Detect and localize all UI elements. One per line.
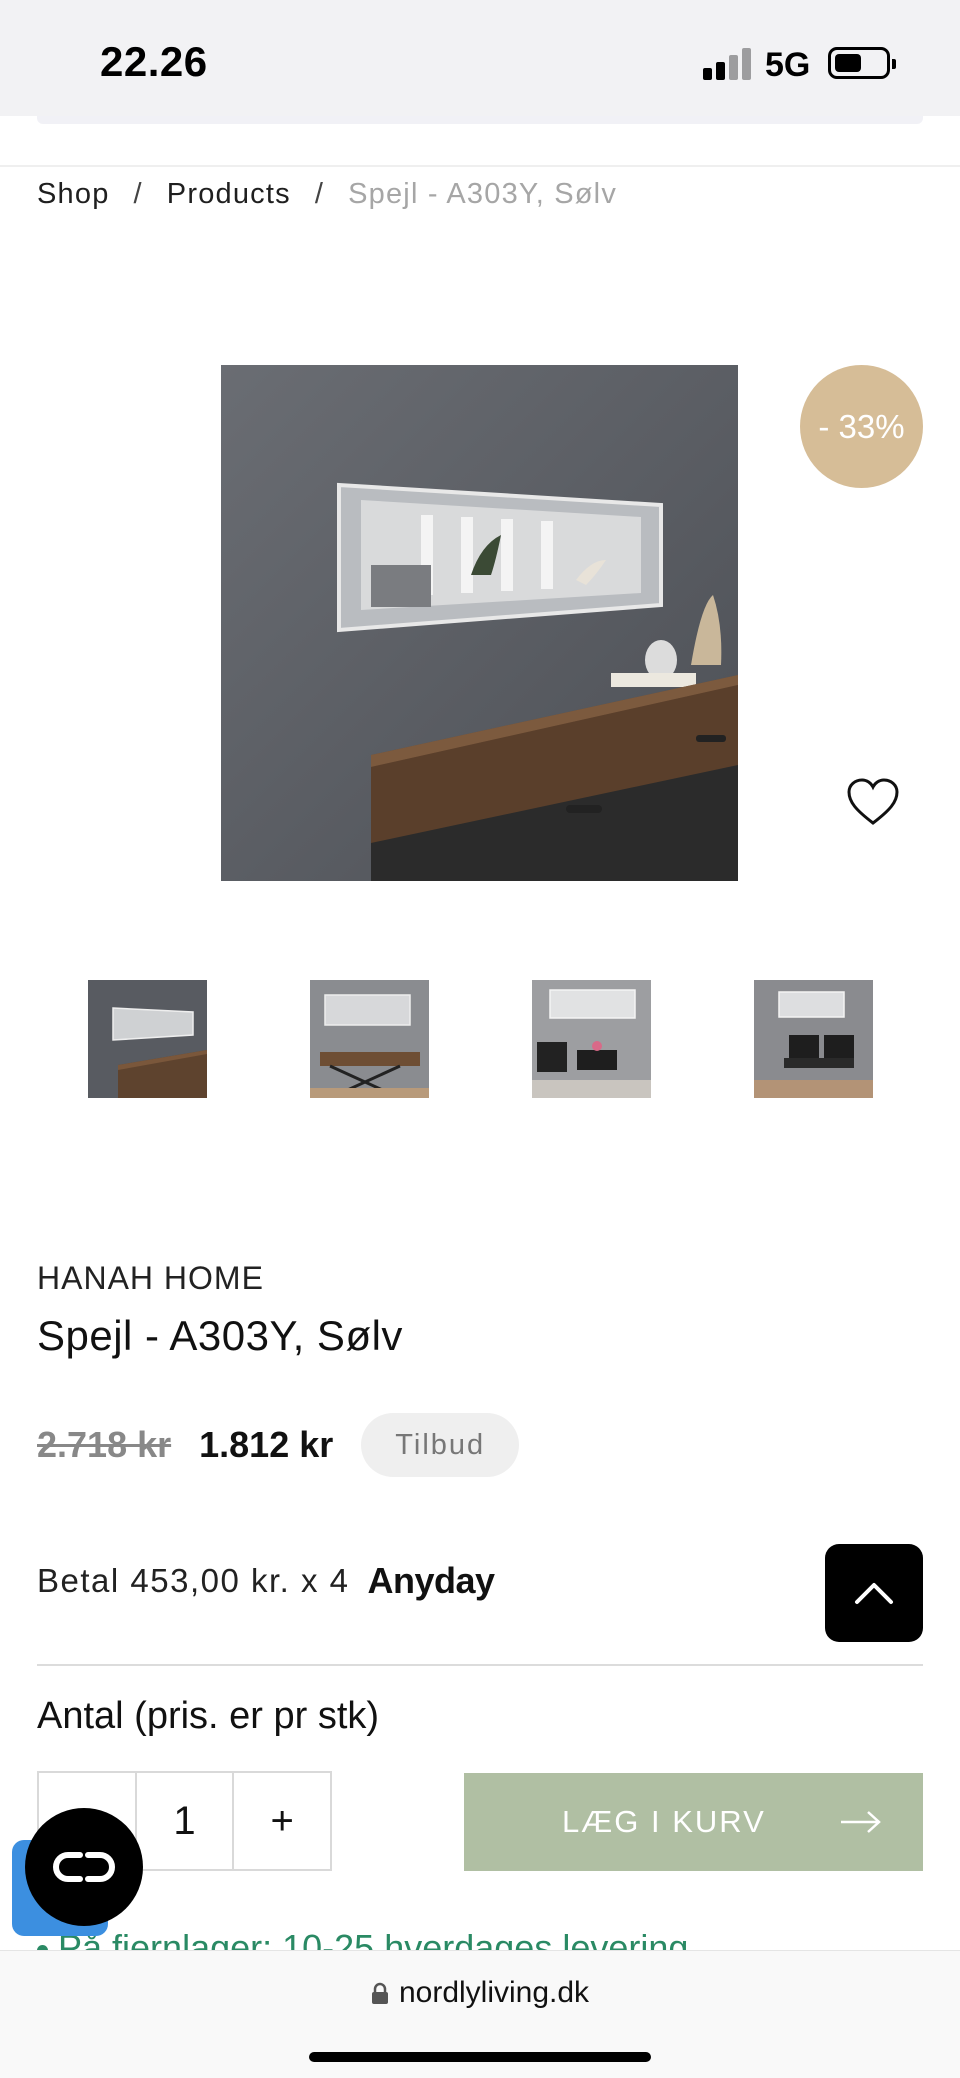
address-bar[interactable]: nordlyliving.dk bbox=[0, 1976, 960, 2010]
thumbnail-3[interactable] bbox=[532, 980, 651, 1098]
heart-icon bbox=[847, 778, 899, 825]
quantity-value[interactable]: 1 bbox=[134, 1773, 233, 1869]
chat-icon bbox=[53, 1852, 115, 1882]
divider bbox=[0, 165, 960, 167]
breadcrumb-current: Spejl - A303Y, Sølv bbox=[348, 177, 618, 210]
price-row: 2.718 kr 1.812 kr Tilbud bbox=[37, 1412, 520, 1478]
quantity-label: Antal (pris. er pr stk) bbox=[37, 1695, 380, 1737]
breadcrumb-shop[interactable]: Shop bbox=[37, 178, 110, 211]
chat-button[interactable] bbox=[25, 1808, 143, 1926]
breadcrumb-products[interactable]: Products bbox=[167, 178, 291, 211]
breadcrumb: Shop / Products / Spejl - A303Y, Sølv bbox=[37, 174, 617, 214]
thumbnail-4[interactable] bbox=[754, 980, 873, 1098]
add-to-cart-label: LÆG I KURV bbox=[562, 1804, 766, 1839]
battery-icon bbox=[828, 47, 896, 79]
old-price: 2.718 kr bbox=[37, 1424, 172, 1465]
sale-badge: Tilbud bbox=[361, 1413, 520, 1477]
url-text: nordlyliving.dk bbox=[398, 1976, 590, 2009]
lock-icon bbox=[371, 1982, 388, 2004]
home-indicator bbox=[309, 2052, 651, 2062]
browser-bottom-bar: nordlyliving.dk bbox=[0, 1950, 960, 2078]
installment-info: Betal 453,00 kr. x 4 Anyday bbox=[37, 1560, 495, 1602]
breadcrumb-separator: / bbox=[133, 177, 143, 210]
shipping-info: På fjernlager: 10-25 hverdages levering bbox=[37, 1920, 937, 1952]
installment-text: Betal 453,00 kr. x 4 bbox=[37, 1562, 350, 1599]
divider bbox=[37, 1664, 923, 1666]
arrow-right-icon bbox=[841, 1811, 881, 1833]
product-title: Spejl - A303Y, Sølv bbox=[37, 1312, 403, 1359]
wishlist-button[interactable] bbox=[837, 766, 909, 838]
status-bar: 22.26 5G bbox=[0, 0, 960, 116]
network-label: 5G bbox=[765, 46, 811, 84]
signal-icon bbox=[703, 48, 751, 80]
increase-quantity-button[interactable]: + bbox=[232, 1773, 330, 1869]
breadcrumb-separator: / bbox=[314, 177, 325, 210]
anyday-logo: Anyday bbox=[367, 1560, 496, 1601]
discount-badge: - 33% bbox=[800, 365, 923, 488]
thumbnail-2[interactable] bbox=[310, 980, 429, 1098]
product-brand[interactable]: HANAH HOME bbox=[37, 1260, 264, 1297]
add-to-cart-button[interactable]: LÆG I KURV bbox=[464, 1773, 923, 1871]
shipping-text: På fjernlager: 10-25 hverdages levering bbox=[58, 1927, 689, 1952]
product-main-image[interactable] bbox=[221, 365, 738, 881]
chevron-up-icon bbox=[855, 1583, 893, 1604]
thumbnail-1[interactable] bbox=[88, 980, 207, 1098]
status-time: 22.26 bbox=[100, 38, 208, 85]
scroll-to-top-button[interactable] bbox=[825, 1544, 923, 1642]
header-strip bbox=[37, 116, 923, 124]
sale-price: 1.812 kr bbox=[199, 1424, 334, 1465]
